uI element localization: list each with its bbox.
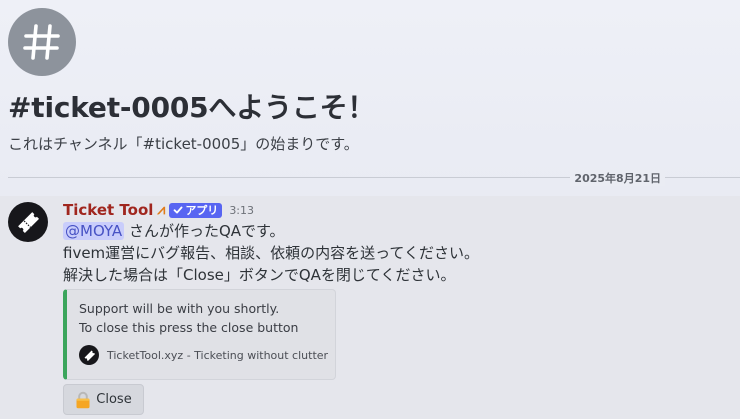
channel-welcome: #ticket-0005へようこそ！ これはチャンネル「#ticket-0005… bbox=[0, 0, 740, 196]
ticket-icon bbox=[79, 345, 99, 365]
message-content: @MOYA さんが作ったQAです。 fivem運営にバグ報告、相談、依頼の内容を… bbox=[63, 220, 479, 286]
welcome-title: #ticket-0005へようこそ！ bbox=[8, 91, 376, 124]
embed-footer: TicketTool.xyz - Ticketing without clutt… bbox=[79, 345, 328, 365]
message-line-2: fivem運営にバグ報告、相談、依頼の内容を送ってください。 bbox=[63, 244, 479, 262]
message-timestamp: 3:13 bbox=[229, 203, 255, 217]
flair-icon: ⩘ bbox=[157, 202, 166, 218]
author-name[interactable]: Ticket Tool bbox=[63, 201, 153, 219]
close-button-label: Close bbox=[96, 392, 132, 407]
app-badge-label: アプリ bbox=[185, 204, 219, 217]
embed-card: Support will be with you shortly. To clo… bbox=[63, 289, 336, 380]
message-line-1-text: さんが作ったQAです。 bbox=[124, 222, 285, 240]
ticket-icon bbox=[18, 212, 40, 234]
message-line-1: @MOYA さんが作ったQAです。 bbox=[63, 220, 479, 242]
close-button[interactable]: Close bbox=[63, 384, 144, 415]
embed-description: Support will be with you shortly. To clo… bbox=[79, 299, 298, 337]
lock-icon bbox=[75, 391, 91, 409]
checkmark-icon bbox=[173, 206, 183, 214]
avatar[interactable] bbox=[8, 202, 48, 242]
welcome-subtitle: これはチャンネル「#ticket-0005」の始まりです。 bbox=[8, 135, 359, 153]
user-mention[interactable]: @MOYA bbox=[63, 222, 125, 240]
app-badge: アプリ bbox=[169, 202, 223, 218]
message-header: Ticket Tool ⩘ アプリ 3:13 bbox=[63, 200, 254, 220]
hash-icon bbox=[8, 8, 76, 76]
divider-date: 2025年8月21日 bbox=[570, 170, 665, 186]
embed-footer-text: TicketTool.xyz - Ticketing without clutt… bbox=[107, 348, 329, 362]
message-line-3: 解決した場合は「Close」ボタンでQAを閉じてください。 bbox=[63, 266, 456, 284]
message: Ticket Tool ⩘ アプリ 3:13 @MOYA さんが作ったQAです。… bbox=[0, 196, 740, 419]
embed-line-1: Support will be with you shortly. bbox=[79, 301, 280, 316]
embed-line-2: To close this press the close button bbox=[79, 320, 299, 335]
